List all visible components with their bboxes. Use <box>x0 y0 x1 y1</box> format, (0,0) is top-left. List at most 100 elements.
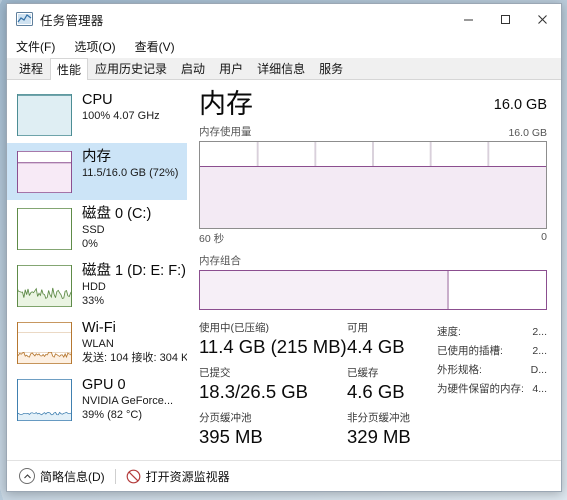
page-title: 内存 <box>199 89 253 119</box>
tab-strip: 进程 性能 应用历史记录 启动 用户 详细信息 服务 <box>7 58 561 80</box>
sidebar-thumbnail-disk-0 <box>17 208 72 250</box>
stat-value: 329 MB <box>347 426 411 447</box>
menu-view[interactable]: 查看(V) <box>135 36 184 57</box>
sidebar-text-wifi: Wi-Fi WLAN 发送: 104 接收: 304 Kb <box>82 320 187 365</box>
memory-detail-panel: 内存 16.0 GB 内存使用量 16.0 GB 60 秒 0 内存组合 使用中… <box>187 80 561 460</box>
window-title: 任务管理器 <box>40 14 104 28</box>
stat-0: 使用中(已压缩) 11.4 GB (215 MB) <box>199 322 347 358</box>
status-separator <box>114 468 116 484</box>
memory-composition-label: 内存组合 <box>199 255 241 267</box>
sidebar-item-detail: 0% <box>82 238 98 250</box>
sidebar-item-detail: 39% (82 °C) <box>82 409 143 421</box>
stat-label: 已缓存 <box>347 367 379 379</box>
memory-statistics: 使用中(已压缩) 11.4 GB (215 MB) 可用 4.4 GB 已提交 18.3/… <box>199 322 547 457</box>
sidebar-thumbnail-cpu <box>17 94 72 136</box>
sidebar-item-subtitle: 11.5/16.0 GB (72%) <box>82 167 179 179</box>
stat-row: 已提交 18.3/26.5 GB 已缓存 4.6 GB <box>199 367 437 403</box>
spec-value: 2... <box>532 326 547 338</box>
spec-value: D... <box>530 364 547 376</box>
tab-performance[interactable]: 性能 <box>50 58 89 80</box>
fewer-details-label: 简略信息(D) <box>40 469 105 484</box>
stat-label: 非分页缓冲池 <box>347 412 410 424</box>
open-resource-monitor-label: 打开资源监视器 <box>145 469 230 484</box>
sidebar-item-title: CPU <box>82 92 113 108</box>
usage-graph-axis: 60 秒 0 <box>199 231 547 246</box>
panel-header: 内存 16.0 GB <box>199 89 547 119</box>
sidebar-item-disk-0[interactable]: 磁盘 0 (C:) SSD 0% <box>7 200 187 257</box>
close-button[interactable] <box>524 4 561 35</box>
memory-usage-graph[interactable] <box>199 141 547 229</box>
usage-graph-labels: 内存使用量 16.0 GB <box>199 124 547 139</box>
composition-used-segment <box>200 271 450 309</box>
title-bar: 任务管理器 <box>7 4 561 35</box>
resource-sidebar[interactable]: CPU 100% 4.07 GHz 内存 11.5/16.0 GB (72%) 磁盘 0… <box>7 80 187 460</box>
fewer-details-button[interactable]: 简略信息(D) <box>19 468 105 485</box>
sidebar-item-detail: 33% <box>82 295 105 307</box>
spec-label: 外形规格: <box>437 364 482 376</box>
sidebar-item-detail: 发送: 104 接收: 304 Kb <box>82 352 187 364</box>
tab-app-history[interactable]: 应用历史记录 <box>88 57 174 79</box>
spec-value: 4... <box>532 383 547 395</box>
sidebar-text-disk-0: 磁盘 0 (C:) SSD 0% <box>82 206 151 251</box>
stat-label: 分页缓冲池 <box>199 412 252 424</box>
axis-left-label: 60 秒 <box>199 233 225 245</box>
memory-composition-bar[interactable] <box>199 270 547 310</box>
stat-4: 分页缓冲池 395 MB <box>199 412 347 448</box>
task-manager-icon <box>16 12 33 27</box>
desktop-background: 任务管理器 文件(F) 选项(O) 查看(V) 进程 性能 应用历史记录 启动 … <box>0 0 567 500</box>
sidebar-item-title: 磁盘 1 (D: E: F:) <box>82 263 186 279</box>
resource-monitor-icon <box>126 469 141 484</box>
stat-label: 已提交 <box>199 367 231 379</box>
sidebar-item-subtitle: NVIDIA GeForce... <box>82 395 174 407</box>
stat-5: 非分页缓冲池 329 MB <box>347 412 437 448</box>
sidebar-item-subtitle: SSD <box>82 224 105 236</box>
menu-options[interactable]: 选项(O) <box>74 36 124 57</box>
tab-processes[interactable]: 进程 <box>12 57 50 79</box>
menu-file[interactable]: 文件(F) <box>16 36 64 57</box>
sidebar-item-title: 磁盘 0 (C:) <box>82 206 152 222</box>
open-resource-monitor-button[interactable]: 打开资源监视器 <box>126 468 230 485</box>
sidebar-item-title: Wi-Fi <box>82 320 116 336</box>
tab-startup[interactable]: 启动 <box>174 57 212 79</box>
sidebar-item-memory[interactable]: 内存 11.5/16.0 GB (72%) <box>7 143 187 200</box>
usage-graph-max: 16.0 GB <box>508 127 547 139</box>
menu-bar: 文件(F) 选项(O) 查看(V) <box>7 35 561 58</box>
spec-label: 为硬件保留的内存: <box>437 383 524 395</box>
tab-users[interactable]: 用户 <box>212 57 250 79</box>
sidebar-item-subtitle: HDD <box>82 281 106 293</box>
stat-label: 可用 <box>347 322 368 334</box>
sidebar-thumbnail-disk-1 <box>17 265 72 307</box>
stat-2: 已提交 18.3/26.5 GB <box>199 367 347 403</box>
memory-stats-grid: 使用中(已压缩) 11.4 GB (215 MB) 可用 4.4 GB 已提交 18.3/… <box>199 322 437 457</box>
stat-value: 395 MB <box>199 426 263 447</box>
memory-specs-list: 速度: 2... 已使用的插槽: 2... 外形规格: D... 为硬件保留的内存: 4... <box>437 322 547 457</box>
sidebar-item-wifi[interactable]: Wi-Fi WLAN 发送: 104 接收: 304 Kb <box>7 314 187 371</box>
tab-services[interactable]: 服务 <box>312 57 350 79</box>
sidebar-thumbnail-wifi <box>17 322 72 364</box>
spec-row: 为硬件保留的内存: 4... <box>437 380 547 399</box>
sidebar-item-cpu[interactable]: CPU 100% 4.07 GHz <box>7 86 187 143</box>
graph-fill-area <box>200 166 546 228</box>
stat-3: 已缓存 4.6 GB <box>347 367 437 403</box>
sidebar-thumbnail-memory <box>17 151 72 193</box>
sidebar-item-subtitle: WLAN <box>82 338 114 350</box>
sidebar-text-gpu-0: GPU 0 NVIDIA GeForce... 39% (82 °C) <box>82 377 173 422</box>
stat-row: 分页缓冲池 395 MB 非分页缓冲池 329 MB <box>199 412 437 448</box>
spec-label: 已使用的插槽: <box>437 345 503 357</box>
maximize-button[interactable] <box>487 4 524 35</box>
minimize-button[interactable] <box>450 4 487 35</box>
status-bar: 简略信息(D) 打开资源监视器 <box>7 460 561 491</box>
sidebar-text-cpu: CPU 100% 4.07 GHz <box>82 92 160 123</box>
window-controls <box>450 4 561 35</box>
sidebar-text-disk-1: 磁盘 1 (D: E: F:) HDD 33% <box>82 263 186 308</box>
chevron-up-icon <box>19 468 35 484</box>
tab-details[interactable]: 详细信息 <box>250 57 312 79</box>
sidebar-text-memory: 内存 11.5/16.0 GB (72%) <box>82 149 178 180</box>
stat-row: 使用中(已压缩) 11.4 GB (215 MB) 可用 4.4 GB <box>199 322 437 358</box>
spec-label: 速度: <box>437 326 461 338</box>
sidebar-thumbnail-gpu-0 <box>17 379 72 421</box>
sidebar-item-disk-1[interactable]: 磁盘 1 (D: E: F:) HDD 33% <box>7 257 187 314</box>
sidebar-item-gpu-0[interactable]: GPU 0 NVIDIA GeForce... 39% (82 °C) <box>7 371 187 428</box>
stat-value: 4.4 GB <box>347 336 405 357</box>
spec-row: 已使用的插槽: 2... <box>437 342 547 361</box>
